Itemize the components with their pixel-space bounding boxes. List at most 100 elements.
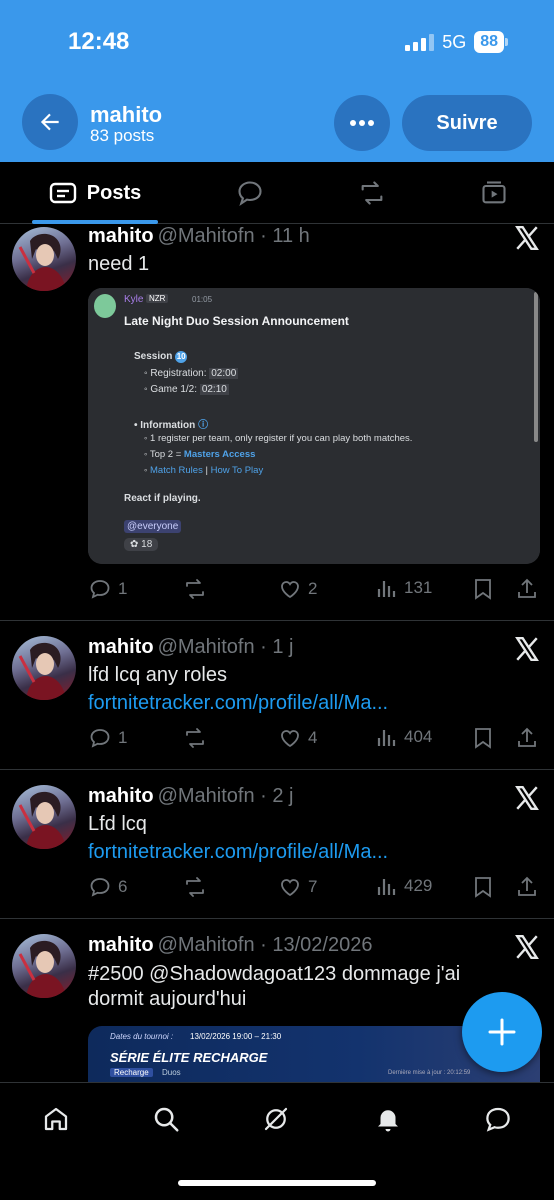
nav-search[interactable] — [146, 1099, 186, 1139]
tab-reposts[interactable] — [342, 162, 402, 224]
status-time: 12:48 — [68, 28, 130, 55]
post-text: Lfd lcq — [88, 813, 147, 835]
repost-button[interactable] — [182, 875, 208, 899]
tournament-title: SÉRIE ÉLITE RECHARGE — [110, 1050, 268, 1065]
tournament-mode: Recharge — [110, 1068, 153, 1077]
posts-tab-icon — [49, 182, 76, 204]
compose-button[interactable] — [462, 992, 542, 1072]
more-button[interactable] — [334, 95, 390, 151]
tab-replies[interactable] — [220, 162, 280, 224]
nav-notifications[interactable] — [368, 1099, 408, 1139]
share-button[interactable] — [516, 726, 538, 750]
views-icon — [377, 879, 396, 895]
battery-icon: 88 — [474, 31, 508, 53]
tournament-updated: Dernière mise à jour : 20:12:59 — [388, 1070, 471, 1076]
like-button[interactable]: 2 — [278, 577, 317, 601]
search-icon — [154, 1107, 179, 1132]
status-indicators: 5G 88 — [405, 31, 508, 53]
avatar[interactable] — [12, 227, 76, 291]
x-logo-icon — [515, 636, 539, 662]
post-link[interactable]: fortnitetracker.com/profile/all/Ma... — [88, 692, 388, 715]
profile-tabs: Posts — [0, 162, 554, 224]
follow-button[interactable]: Suivre — [402, 95, 532, 151]
post-text: lfd lcq any roles — [88, 664, 227, 686]
tab-media[interactable] — [464, 162, 524, 224]
avatar[interactable] — [12, 934, 76, 998]
nav-grok[interactable] — [256, 1099, 296, 1139]
heart-icon — [281, 581, 299, 599]
post-author: mahito @Mahitofn · 11 h — [88, 225, 310, 247]
reply-icon — [90, 878, 110, 897]
post-item[interactable]: mahito @Mahitofn · 2 j Lfd lcq fortnitetr… — [0, 771, 554, 919]
tournament-dates: 13/02/2026 19:00 – 21:30 — [190, 1032, 282, 1041]
post-actions: 1 4 404 — [88, 726, 548, 754]
reply-icon — [90, 729, 110, 748]
post-link[interactable]: fortnitetracker.com/profile/all/Ma... — [88, 841, 388, 864]
post-text: #2500 @Shadowdagoat123 dommage j'ai dorm… — [88, 963, 461, 1010]
post-author: mahito @Mahitofn · 13/02/2026 — [88, 934, 373, 956]
reply-icon — [90, 580, 110, 599]
discord-tag: NZR — [146, 294, 169, 303]
bookmark-button[interactable] — [472, 875, 494, 899]
nav-home[interactable] — [36, 1099, 76, 1139]
repost-icon — [186, 877, 204, 897]
more-icon — [350, 120, 374, 126]
views-button[interactable]: 131 — [376, 577, 432, 599]
heart-icon — [281, 879, 299, 897]
home-icon — [44, 1107, 68, 1131]
bookmark-icon — [475, 579, 491, 600]
views-button[interactable]: 429 — [376, 875, 432, 897]
react-line: React if playing. — [124, 493, 201, 504]
tournament-sub: Duos — [162, 1068, 181, 1077]
bookmark-button[interactable] — [472, 726, 494, 750]
avatar[interactable] — [12, 636, 76, 700]
post-actions: 6 7 429 — [88, 875, 548, 903]
back-button[interactable] — [22, 94, 78, 150]
bell-icon — [378, 1110, 398, 1132]
repost-icon — [186, 728, 204, 748]
information-label: • Information ⓘ — [134, 420, 209, 431]
replies-tab-icon — [238, 181, 262, 207]
views-button[interactable]: 404 — [376, 726, 432, 748]
share-icon — [518, 876, 536, 896]
nav-messages[interactable] — [478, 1099, 518, 1139]
reply-button[interactable]: 6 — [88, 875, 127, 899]
repost-tab-icon — [361, 181, 383, 205]
post-image[interactable]: Kyle NZR 01:05 Late Night Duo Session An… — [88, 288, 540, 564]
everyone-mention: @everyone — [124, 520, 182, 533]
info-line-2: ◦ Top 2 = Masters Access — [144, 449, 256, 460]
discord-time: 01:05 — [192, 295, 213, 304]
share-button[interactable] — [516, 875, 538, 899]
image-scrollbar — [534, 292, 538, 442]
post-text: need 1 — [88, 253, 150, 275]
video-tab-icon — [482, 181, 506, 204]
views-icon — [377, 581, 396, 597]
info-line-3: ◦ Match Rules | How To Play — [144, 465, 264, 476]
post-item[interactable]: mahito @Mahitofn · 11 h need 1 Kyle NZR 0… — [0, 225, 554, 621]
share-icon — [518, 578, 536, 598]
network-label: 5G — [442, 31, 467, 52]
like-button[interactable]: 4 — [278, 726, 317, 750]
posts-count: 83 posts — [90, 126, 155, 145]
tab-posts[interactable]: Posts — [32, 162, 158, 224]
post-actions: 1 2 131 — [88, 577, 548, 605]
x-logo-icon — [515, 785, 539, 811]
bookmark-button[interactable] — [472, 577, 494, 601]
views-icon — [377, 730, 396, 746]
repost-button[interactable] — [182, 577, 208, 601]
reaction-chip: ✿ 18 — [124, 538, 159, 551]
repost-button[interactable] — [182, 726, 208, 750]
reply-button[interactable]: 1 — [88, 577, 127, 601]
info-line-1: ◦ 1 register per team, only register if … — [144, 433, 413, 444]
reply-button[interactable]: 1 — [88, 726, 127, 750]
post-item[interactable]: mahito @Mahitofn · 1 j lfd lcq any roles … — [0, 622, 554, 770]
avatar[interactable] — [12, 785, 76, 849]
discord-avatar — [94, 294, 116, 318]
plus-icon — [488, 1018, 516, 1046]
share-button[interactable] — [516, 577, 538, 601]
registration-line: ◦ Registration: 02:00 — [144, 368, 239, 379]
arrow-left-icon — [40, 113, 59, 131]
session-label: Session 10 — [134, 351, 188, 363]
heart-icon — [281, 730, 299, 748]
like-button[interactable]: 7 — [278, 875, 317, 899]
